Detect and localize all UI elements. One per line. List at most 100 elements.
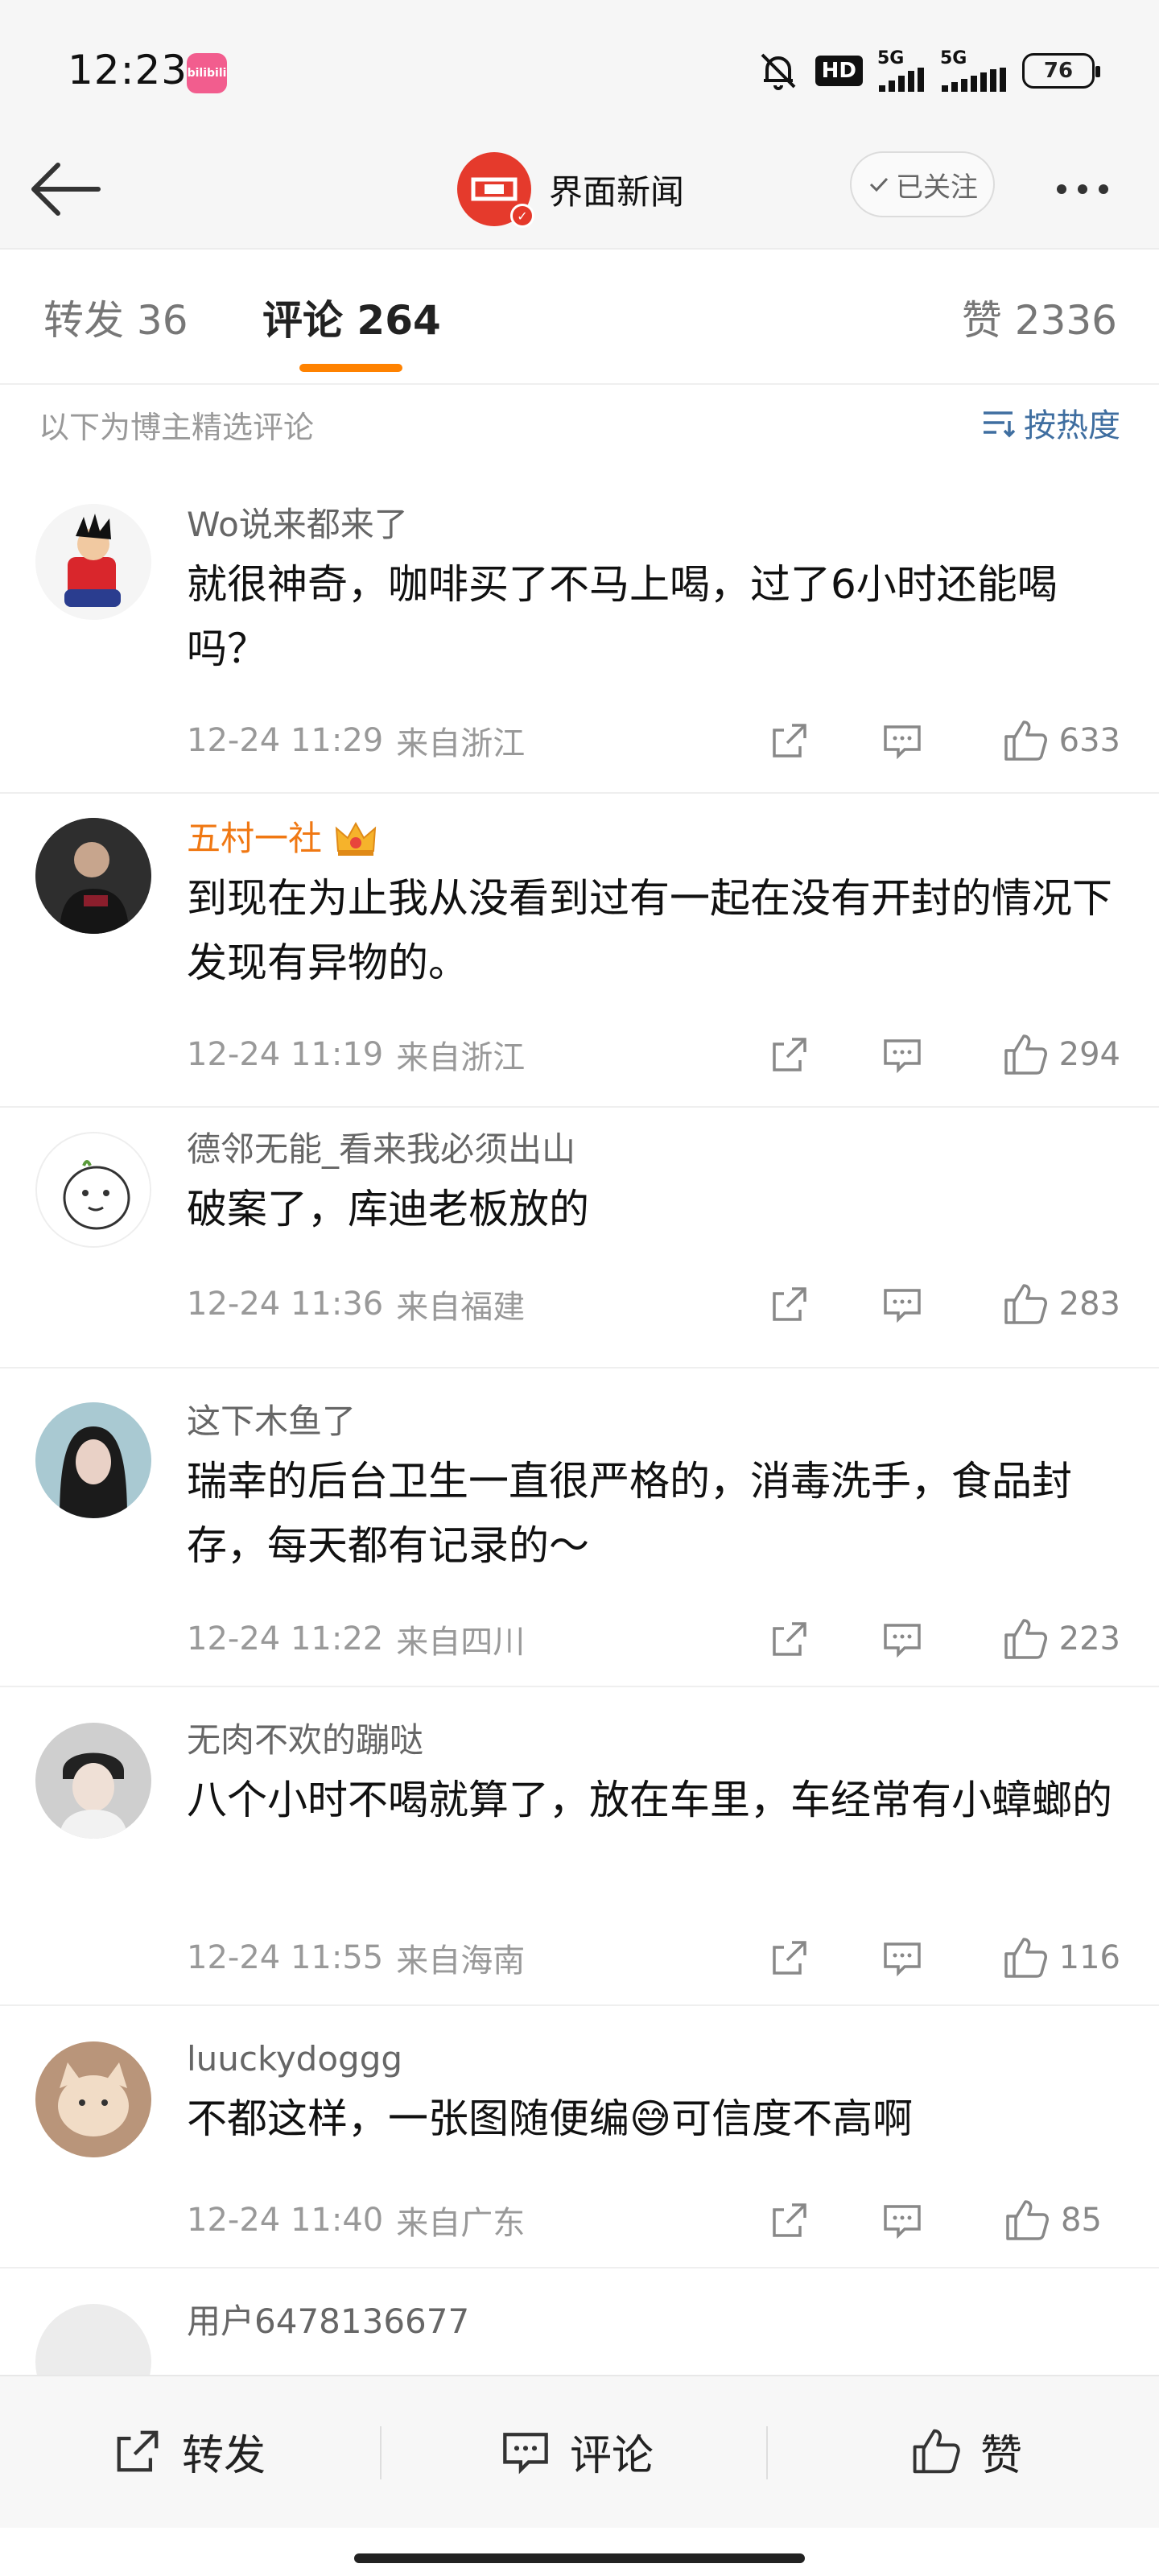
active-tab-indicator: [299, 364, 402, 372]
share-icon: [773, 1941, 806, 1975]
thumbs-up-icon: [1004, 1938, 1047, 1978]
comment-item: 这下木鱼了 瑞幸的后台卫生一直很严格的，消毒洗手，食品封存，每天都有记录的～ 1…: [0, 1368, 1159, 1687]
sort-button[interactable]: 按热度: [980, 399, 1120, 446]
comment-item: 无肉不欢的蹦哒 八个小时不喝就算了，放在车里，车经常有小蟑螂的 12-24 11…: [0, 1687, 1159, 2006]
comment-username[interactable]: Wo说来都来了: [187, 502, 1120, 547]
divider: [380, 2426, 382, 2479]
comment-icon: [884, 725, 921, 760]
comment-actions: 294: [761, 1031, 1120, 1078]
thumbs-up-icon: [1004, 1284, 1047, 1324]
comment-item: Wo说来都来了 就很神奇，咖啡买了不马上喝，过了6小时还能喝吗？ 12-24 1…: [0, 483, 1159, 794]
comment-username[interactable]: 这下木鱼了: [187, 1399, 1120, 1444]
like-label: 赞: [980, 2431, 1023, 2480]
user-avatar[interactable]: [35, 1132, 151, 1248]
like-count: 283: [1058, 1286, 1120, 1323]
like-button[interactable]: 633: [984, 717, 1120, 764]
share-icon: [773, 2203, 806, 2237]
share-button[interactable]: [761, 1617, 818, 1661]
like-button[interactable]: 116: [984, 1934, 1120, 1981]
comment-actions: 633: [761, 717, 1120, 764]
share-button[interactable]: [761, 1282, 818, 1326]
crown-badge-icon: [335, 821, 377, 856]
share-icon: [773, 1622, 806, 1656]
like-post-button[interactable]: 赞: [909, 2415, 1022, 2487]
like-button[interactable]: 283: [984, 1281, 1120, 1327]
comment-username[interactable]: luuckydoggg: [187, 2037, 1120, 2082]
thumbs-up-icon: [1004, 720, 1047, 761]
battery-indicator: 76: [1022, 53, 1100, 89]
thumbs-up-icon: [1006, 2200, 1049, 2240]
like-button[interactable]: 294: [984, 1031, 1120, 1078]
comment-date: 12-24 11:19: [187, 1036, 384, 1073]
account-info[interactable]: ✓ 界面新闻: [457, 147, 684, 232]
network-type-1: 5G: [877, 48, 905, 68]
reply-button[interactable]: [874, 1033, 930, 1076]
share-button[interactable]: [761, 1033, 818, 1076]
tab-like[interactable]: 赞 2336: [962, 288, 1117, 346]
account-avatar[interactable]: ✓: [457, 152, 534, 228]
comment-location: 来自海南: [396, 1942, 526, 1979]
user-avatar[interactable]: [35, 504, 151, 620]
comment-date: 12-24 11:40: [187, 2202, 384, 2239]
reply-button[interactable]: [874, 1617, 930, 1661]
like-button[interactable]: 223: [984, 1616, 1120, 1662]
comment-actions: 283: [761, 1281, 1120, 1327]
comment-actions: 223: [761, 1616, 1120, 1662]
comment-icon: [884, 1039, 921, 1074]
signal-1: 5G: [877, 50, 926, 92]
back-arrow-icon: [31, 163, 101, 216]
comment-button[interactable]: 评论: [499, 2415, 654, 2487]
sort-label: 按热度: [1024, 407, 1120, 444]
comment-label: 评论: [570, 2431, 654, 2480]
repost-button[interactable]: 转发: [111, 2415, 266, 2487]
comment-text: 瑞幸的后台卫生一直很严格的，消毒洗手，食品封存，每天都有记录的～: [187, 1458, 1072, 1569]
reply-button[interactable]: [874, 1936, 930, 1979]
share-button[interactable]: [761, 2198, 818, 2242]
comment-username[interactable]: 无肉不欢的蹦哒: [187, 1718, 1120, 1763]
selected-comments-note: 以下为博主精选评论: [39, 410, 315, 445]
comment-location: 来自浙江: [396, 1039, 526, 1076]
username-text: Wo说来都来了: [187, 505, 408, 544]
reply-button[interactable]: [874, 1282, 930, 1326]
reply-button[interactable]: [874, 719, 930, 762]
reply-button[interactable]: [874, 2198, 930, 2242]
comment-username[interactable]: 用户6478136677: [187, 2299, 1120, 2344]
follow-button[interactable]: 已关注: [850, 151, 995, 217]
comment-meta: 12-24 11:22 来自四川 223: [187, 1615, 1120, 1663]
username-text: 五村一社: [187, 819, 323, 858]
share-button[interactable]: [761, 719, 818, 762]
share-button[interactable]: [761, 1936, 818, 1979]
comment-item: luuckydoggg 不都这样，一张图随便编😅可信度不高啊 12-24 11:…: [0, 2006, 1159, 2268]
tab-comment[interactable]: 评论 264: [262, 288, 441, 346]
comment-list: Wo说来都来了 就很神奇，咖啡买了不马上喝，过了6小时还能喝吗？ 12-24 1…: [0, 483, 1159, 2420]
tab-repost[interactable]: 转发 36: [43, 288, 188, 346]
user-avatar[interactable]: [35, 2041, 151, 2157]
comment-location: 来自广东: [396, 2205, 526, 2242]
comment-actions: 116: [761, 1934, 1120, 1981]
comment-text: 破案了，库迪老板放的: [187, 1186, 589, 1232]
comment-actions: 85: [761, 2197, 1120, 2244]
comment-username[interactable]: 德邻无能_看来我必须出山: [187, 1127, 1120, 1172]
user-avatar[interactable]: [35, 1723, 151, 1839]
comment-icon: [884, 1289, 921, 1323]
username-text: 用户6478136677: [187, 2301, 470, 2341]
user-avatar[interactable]: [35, 1402, 151, 1518]
comment-meta: 12-24 11:29 来自浙江 633: [187, 716, 1120, 765]
more-dot-icon: [1099, 184, 1108, 194]
comment-icon: [503, 2433, 548, 2475]
like-count: 294: [1058, 1036, 1120, 1073]
user-avatar[interactable]: [35, 818, 151, 934]
comment-icon: [884, 1624, 921, 1658]
like-button[interactable]: 85: [984, 2197, 1120, 2244]
comment-username[interactable]: 五村一社: [187, 816, 1120, 861]
comment-item: 德邻无能_看来我必须出山 破案了，库迪老板放的 12-24 11:36 来自福建…: [0, 1108, 1159, 1368]
more-button[interactable]: [1038, 161, 1127, 217]
bottom-action-bar: 转发 评论 赞: [0, 2375, 1159, 2528]
back-button[interactable]: [24, 153, 105, 225]
username-text: 德邻无能_看来我必须出山: [187, 1129, 576, 1169]
gesture-nav-handle[interactable]: [354, 2553, 805, 2563]
network-type-2: 5G: [940, 48, 967, 68]
comment-text: 到现在为止我从没看到过有一起在没有开封的情况下发现有异物的。: [187, 875, 1112, 986]
account-name: 界面新闻: [549, 171, 685, 212]
comment-meta: 12-24 11:55 来自海南 116: [187, 1934, 1120, 1982]
